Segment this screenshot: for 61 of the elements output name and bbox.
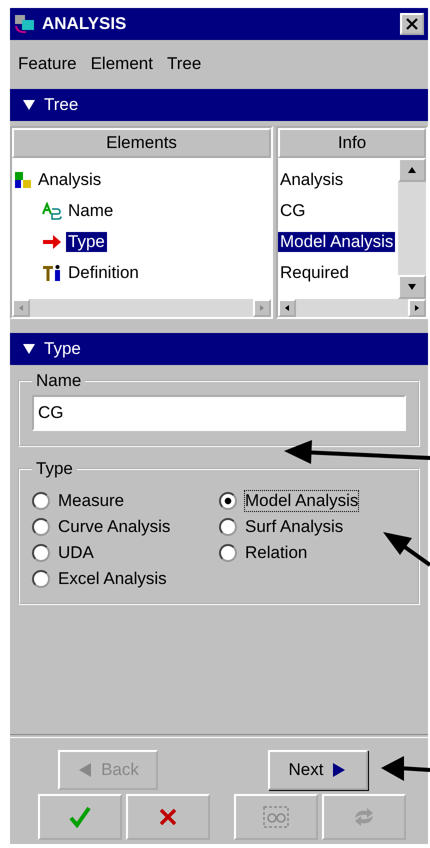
annotation-arrow [381,756,430,781]
group-label: Name [35,371,82,391]
info-text: Required [279,262,350,282]
tree-item[interactable]: Definition [66,262,141,282]
radio-label[interactable]: Excel Analysis [58,569,167,589]
group-label: Type [35,459,74,479]
radio-label[interactable]: Measure [58,491,124,511]
ok-button[interactable] [38,794,122,840]
tree-item[interactable]: Analysis [36,170,104,190]
info-text: Model Analysis [278,232,396,252]
info-text: Analysis [279,170,344,190]
window-title: ANALYSIS [42,14,128,34]
radio-label[interactable]: Surf Analysis [245,517,344,537]
next-arrow-icon [331,762,348,778]
menu-item[interactable]: Feature [18,54,77,74]
next-button[interactable]: Next [268,750,368,790]
radio-button[interactable] [219,518,237,536]
cancel-button[interactable] [126,794,210,840]
glasses-icon [262,805,290,829]
close-icon [158,807,178,827]
close-icon [406,18,418,30]
definition-icon [42,264,62,282]
radio-label[interactable]: Curve Analysis [58,517,170,537]
name-field[interactable]: CG [32,395,406,431]
collapse-icon [22,98,36,112]
scroll-up-icon [407,165,417,175]
scroll-down-icon [407,282,417,292]
horizontal-scrollbar[interactable] [278,299,426,317]
scroll-right-icon [258,304,266,312]
radio-button[interactable] [32,544,50,562]
radio-button[interactable] [32,492,50,510]
radio-label[interactable]: Model Analysis [245,491,358,511]
column-header[interactable]: Info [278,128,426,158]
annotation-arrow [383,532,430,567]
radio-label[interactable]: UDA [58,543,94,563]
back-arrow-icon [77,762,94,778]
column-header[interactable]: Elements [12,128,271,158]
collapse-icon [22,342,36,356]
menu-item[interactable]: Tree [166,54,202,74]
text-icon [42,202,62,220]
horizontal-scrollbar[interactable] [12,299,271,317]
vertical-scrollbar[interactable] [398,158,426,299]
section-header[interactable]: Tree [44,95,78,115]
tree-item[interactable]: Name [66,200,116,220]
menu-item[interactable]: Element [90,54,153,74]
scroll-right-icon [413,304,421,312]
checkmark-icon [69,806,91,828]
arrow-icon [42,234,62,250]
radio-button[interactable] [219,544,237,562]
radio-button[interactable] [32,570,50,588]
radio-button[interactable] [219,492,237,510]
close-button[interactable] [400,13,424,35]
radio-button[interactable] [32,518,50,536]
app-icon [14,14,36,34]
radio-label[interactable]: Relation [245,543,308,563]
tree-item[interactable]: Type [66,232,107,252]
scroll-left-icon [283,304,291,312]
scroll-left-icon [17,304,25,312]
section-header[interactable]: Type [44,339,81,359]
tree-node-icon [14,170,32,188]
info-text: CG [279,200,306,220]
